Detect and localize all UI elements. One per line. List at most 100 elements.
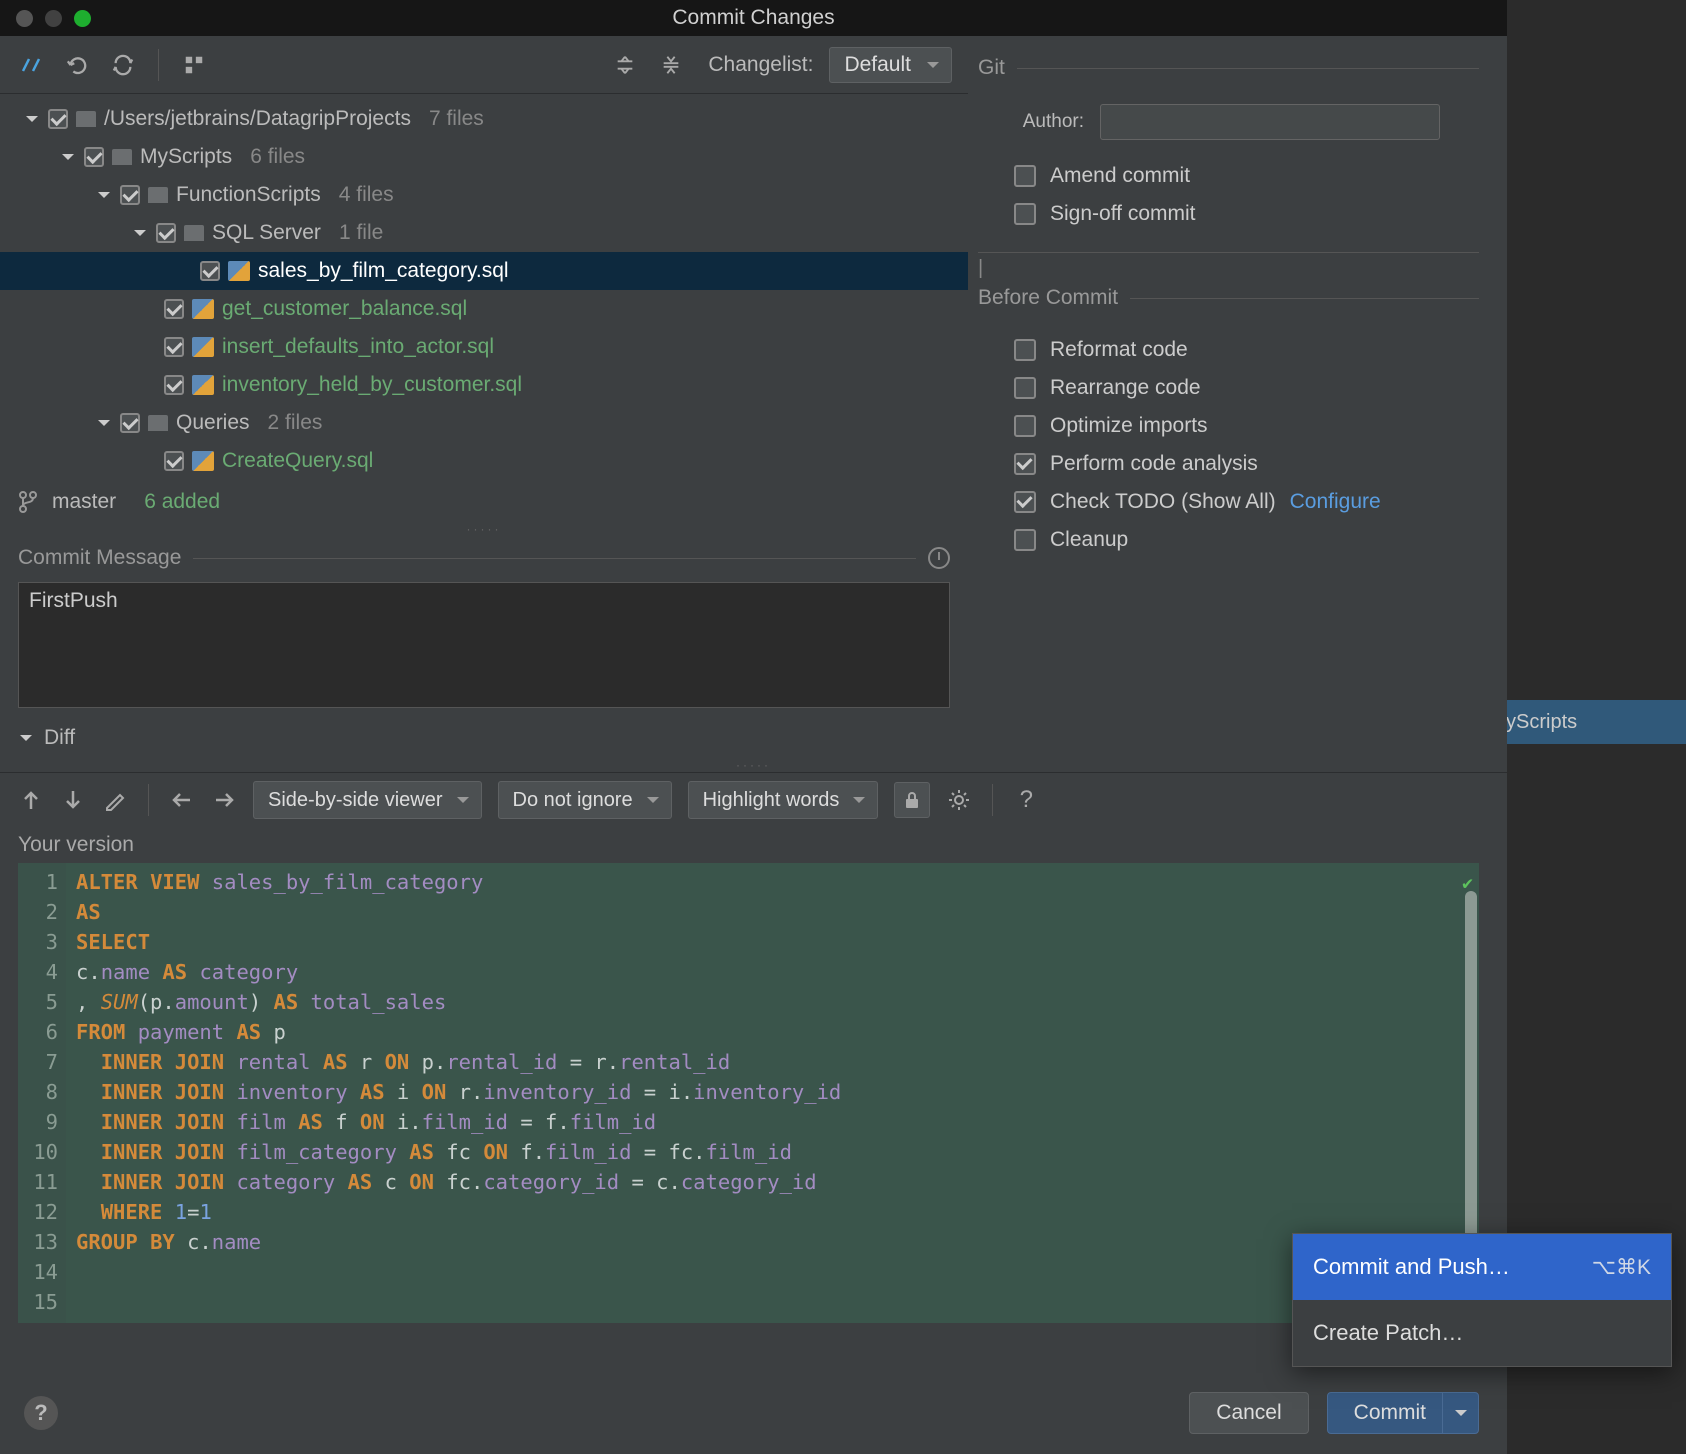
analysis-label: Perform code analysis bbox=[1050, 452, 1258, 476]
checkbox[interactable] bbox=[84, 147, 104, 167]
optimize-checkbox[interactable] bbox=[1014, 415, 1036, 437]
resize-handle[interactable]: ····· bbox=[0, 522, 968, 536]
highlight-select[interactable]: Highlight words bbox=[688, 781, 879, 819]
chevron-down-icon[interactable] bbox=[60, 149, 76, 165]
help-button[interactable]: ? bbox=[24, 1396, 58, 1430]
background-tab[interactable]: yScripts bbox=[1496, 700, 1686, 744]
help-icon[interactable]: ? bbox=[1013, 787, 1039, 813]
prev-diff-icon[interactable] bbox=[18, 787, 44, 813]
signoff-label: Sign-off commit bbox=[1050, 202, 1196, 226]
folder-icon bbox=[148, 187, 168, 203]
dialog-footer: ? Cancel Commit bbox=[0, 1372, 1507, 1454]
chevron-down-icon[interactable] bbox=[96, 187, 112, 203]
cleanup-checkbox[interactable] bbox=[1014, 529, 1036, 551]
signoff-checkbox[interactable] bbox=[1014, 203, 1036, 225]
history-icon[interactable] bbox=[928, 547, 950, 569]
checkbox[interactable] bbox=[120, 413, 140, 433]
branch-icon bbox=[18, 490, 38, 514]
resize-handle[interactable]: ····· bbox=[0, 758, 1507, 772]
todo-checkbox[interactable] bbox=[1014, 491, 1036, 513]
menu-item-shortcut: ⌥⌘K bbox=[1592, 1255, 1651, 1280]
collapse-all-icon[interactable] bbox=[656, 50, 686, 80]
chevron-down-icon[interactable] bbox=[24, 111, 40, 127]
checkbox[interactable] bbox=[164, 451, 184, 471]
tree-file-inv[interactable]: inventory_held_by_customer.sql bbox=[0, 366, 968, 404]
tree-sqlserver[interactable]: SQL Server 1 file bbox=[0, 214, 968, 252]
author-input[interactable] bbox=[1100, 104, 1440, 140]
chevron-down-icon[interactable] bbox=[18, 730, 34, 746]
tree-item-count: 2 files bbox=[268, 411, 323, 435]
edit-icon[interactable] bbox=[102, 787, 128, 813]
tree-file-getcust[interactable]: get_customer_balance.sql bbox=[0, 290, 968, 328]
commit-label: Commit bbox=[1354, 1401, 1426, 1425]
checkbox[interactable] bbox=[156, 223, 176, 243]
ignore-select[interactable]: Do not ignore bbox=[498, 781, 672, 819]
titlebar: Commit Changes bbox=[0, 0, 1507, 36]
checkbox[interactable] bbox=[120, 185, 140, 205]
tree-item-label: MyScripts bbox=[140, 145, 232, 169]
analysis-checkbox[interactable] bbox=[1014, 453, 1036, 475]
ignore-value: Do not ignore bbox=[513, 789, 633, 812]
tree-file-createq[interactable]: CreateQuery.sql bbox=[0, 442, 968, 480]
commit-message-input[interactable] bbox=[18, 582, 950, 708]
lock-icon bbox=[904, 791, 920, 809]
amend-checkbox[interactable] bbox=[1014, 165, 1036, 187]
tree-myscripts[interactable]: MyScripts 6 files bbox=[0, 138, 968, 176]
cancel-label: Cancel bbox=[1216, 1401, 1281, 1425]
commit-dropdown-icon[interactable] bbox=[1442, 1393, 1478, 1433]
tree-file-label: inventory_held_by_customer.sql bbox=[222, 373, 522, 397]
line-gutter: 123456789101112131415 bbox=[18, 863, 66, 1323]
tree-functionscripts[interactable]: FunctionScripts 4 files bbox=[0, 176, 968, 214]
lock-button[interactable] bbox=[894, 782, 930, 818]
next-diff-icon[interactable] bbox=[60, 787, 86, 813]
show-diff-icon[interactable] bbox=[16, 50, 46, 80]
sql-file-icon bbox=[228, 261, 250, 281]
checkbox[interactable] bbox=[164, 375, 184, 395]
revert-icon[interactable] bbox=[62, 50, 92, 80]
commit-and-push-item[interactable]: Commit and Push… ⌥⌘K bbox=[1293, 1234, 1671, 1300]
next-file-icon[interactable] bbox=[211, 787, 237, 813]
cancel-button[interactable]: Cancel bbox=[1189, 1392, 1308, 1434]
code-editor[interactable]: 123456789101112131415 ALTER VIEW sales_b… bbox=[18, 863, 1479, 1323]
tree-item-label: FunctionScripts bbox=[176, 183, 321, 207]
highlight-value: Highlight words bbox=[703, 789, 840, 812]
checkbox[interactable] bbox=[200, 261, 220, 281]
create-patch-item[interactable]: Create Patch… bbox=[1293, 1300, 1671, 1366]
chevron-down-icon[interactable] bbox=[96, 415, 112, 431]
viewer-select[interactable]: Side-by-side viewer bbox=[253, 781, 482, 819]
commit-message-section: Commit Message bbox=[0, 536, 968, 576]
checkbox[interactable] bbox=[164, 299, 184, 319]
chevron-down-icon[interactable] bbox=[132, 225, 148, 241]
reformat-label: Reformat code bbox=[1050, 338, 1188, 362]
refresh-icon[interactable] bbox=[108, 50, 138, 80]
diff-section: Diff bbox=[0, 714, 1507, 758]
scrollbar[interactable] bbox=[1465, 891, 1477, 1277]
checkbox[interactable] bbox=[48, 109, 68, 129]
reformat-checkbox[interactable] bbox=[1014, 339, 1036, 361]
tree-item-count: 4 files bbox=[339, 183, 394, 207]
changelist-select[interactable]: Default bbox=[829, 47, 952, 83]
tree-file-label: insert_defaults_into_actor.sql bbox=[222, 335, 494, 359]
rearrange-checkbox[interactable] bbox=[1014, 377, 1036, 399]
prev-file-icon[interactable] bbox=[169, 787, 195, 813]
before-commit-label: Before Commit bbox=[978, 286, 1118, 310]
changes-tree: /Users/jetbrains/DatagripProjects 7 file… bbox=[0, 94, 968, 480]
expand-all-icon[interactable] bbox=[610, 50, 640, 80]
settings-icon[interactable] bbox=[946, 787, 972, 813]
folder-icon bbox=[148, 415, 168, 431]
configure-link[interactable]: Configure bbox=[1290, 490, 1381, 514]
tree-file-insert[interactable]: insert_defaults_into_actor.sql bbox=[0, 328, 968, 366]
tree-root[interactable]: /Users/jetbrains/DatagripProjects 7 file… bbox=[0, 100, 968, 138]
tree-file-label: get_customer_balance.sql bbox=[222, 297, 467, 321]
optimize-label: Optimize imports bbox=[1050, 414, 1208, 438]
viewer-value: Side-by-side viewer bbox=[268, 789, 443, 812]
group-by-icon[interactable] bbox=[179, 50, 209, 80]
tree-file-label: CreateQuery.sql bbox=[222, 449, 373, 473]
toolbar-separator bbox=[158, 49, 159, 81]
tree-queries[interactable]: Queries 2 files bbox=[0, 404, 968, 442]
checkbox[interactable] bbox=[164, 337, 184, 357]
tree-item-count: 6 files bbox=[250, 145, 305, 169]
tree-item-count: 1 file bbox=[339, 221, 383, 245]
commit-button[interactable]: Commit bbox=[1327, 1392, 1479, 1434]
tree-file-sales[interactable]: sales_by_film_category.sql bbox=[0, 252, 968, 290]
